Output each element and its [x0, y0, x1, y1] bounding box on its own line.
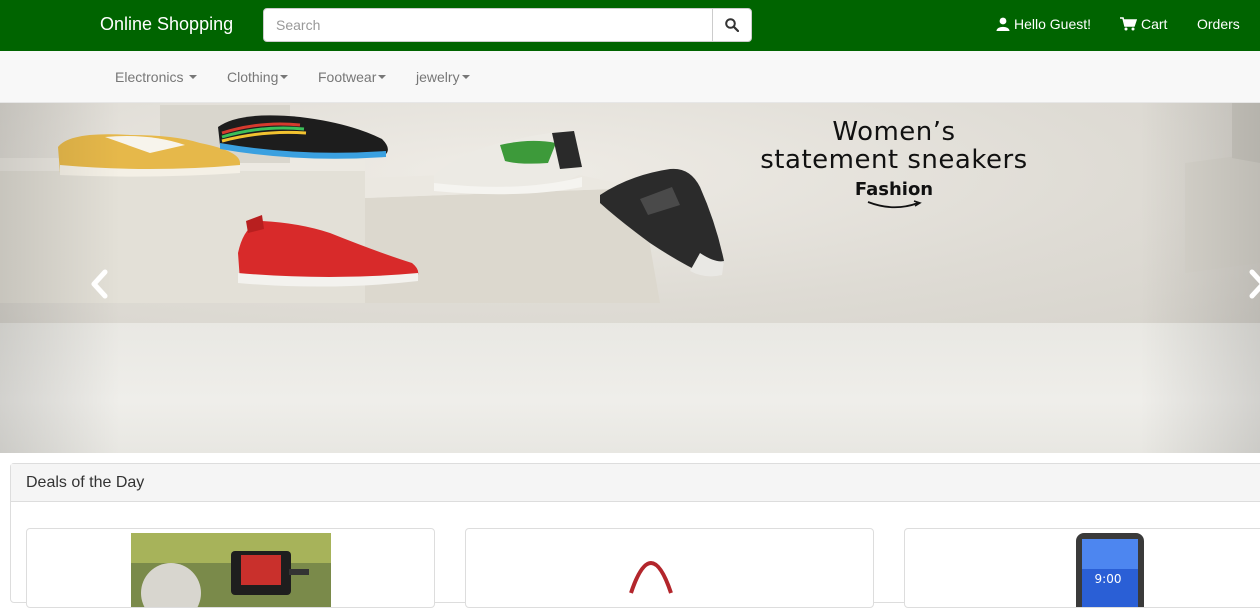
chevron-left-icon — [91, 269, 108, 299]
category-footwear-dropdown[interactable]: Footwear — [318, 69, 387, 85]
banner-headline-line1: Women’s — [832, 117, 956, 147]
category-label: Clothing — [227, 69, 279, 85]
banner-headline-line2: statement sneakers — [760, 145, 1028, 175]
orders-link[interactable]: Orders — [1197, 16, 1240, 32]
search-icon — [725, 18, 739, 32]
svg-text:9:00: 9:00 — [1095, 572, 1122, 586]
deal-card[interactable] — [465, 528, 874, 608]
brand-link[interactable]: Online Shopping — [100, 14, 233, 35]
caret-down-icon — [280, 75, 289, 79]
deal-card[interactable]: 9:00 — [904, 528, 1260, 608]
cart-label: Cart — [1141, 16, 1168, 32]
category-navbar: Electronics Clothing Footwear jewelry — [0, 51, 1260, 103]
deals-panel: Deals of the Day 9:00 — [10, 463, 1260, 608]
caret-down-icon — [378, 75, 387, 79]
search-button[interactable] — [712, 9, 751, 41]
category-clothing-dropdown[interactable]: Clothing — [227, 69, 289, 85]
banner-brand-text: Fashion — [854, 179, 934, 200]
category-label: Footwear — [318, 69, 377, 85]
cart-icon — [1120, 17, 1137, 31]
search-box — [263, 8, 752, 42]
smartphone-product-image: 9:00 — [1076, 533, 1144, 607]
smile-arrow-icon — [867, 200, 922, 209]
chevron-right-icon — [1249, 269, 1260, 299]
camera-product-image — [131, 533, 331, 607]
deal-card[interactable] — [26, 528, 435, 608]
caret-down-icon — [461, 75, 470, 79]
hello-guest-label: Hello Guest! — [1014, 16, 1092, 32]
cart-link[interactable]: Cart — [1120, 16, 1167, 32]
banner-caption: Women’s statement sneakers Fashion — [724, 117, 1064, 210]
carousel-prev-button[interactable] — [0, 103, 120, 453]
sneakers-banner-image — [0, 103, 1260, 303]
orders-label: Orders — [1197, 16, 1240, 32]
user-icon — [996, 17, 1010, 31]
category-electronics-dropdown[interactable]: Electronics — [115, 69, 198, 85]
hero-carousel: Women’s statement sneakers Fashion — [0, 103, 1260, 453]
search-input[interactable] — [264, 9, 713, 41]
hello-guest-link[interactable]: Hello Guest! — [996, 16, 1091, 32]
handbag-product-image — [629, 560, 673, 594]
category-label: jewelry — [416, 69, 460, 85]
category-label: Electronics — [115, 69, 184, 85]
top-navbar: Online Shopping Hello Guest! Cart Orders — [0, 0, 1260, 51]
deals-panel-title: Deals of the Day — [11, 464, 1260, 502]
carousel-next-button[interactable] — [1140, 103, 1260, 453]
caret-down-icon — [189, 75, 198, 79]
category-jewelry-dropdown[interactable]: jewelry — [416, 69, 470, 85]
